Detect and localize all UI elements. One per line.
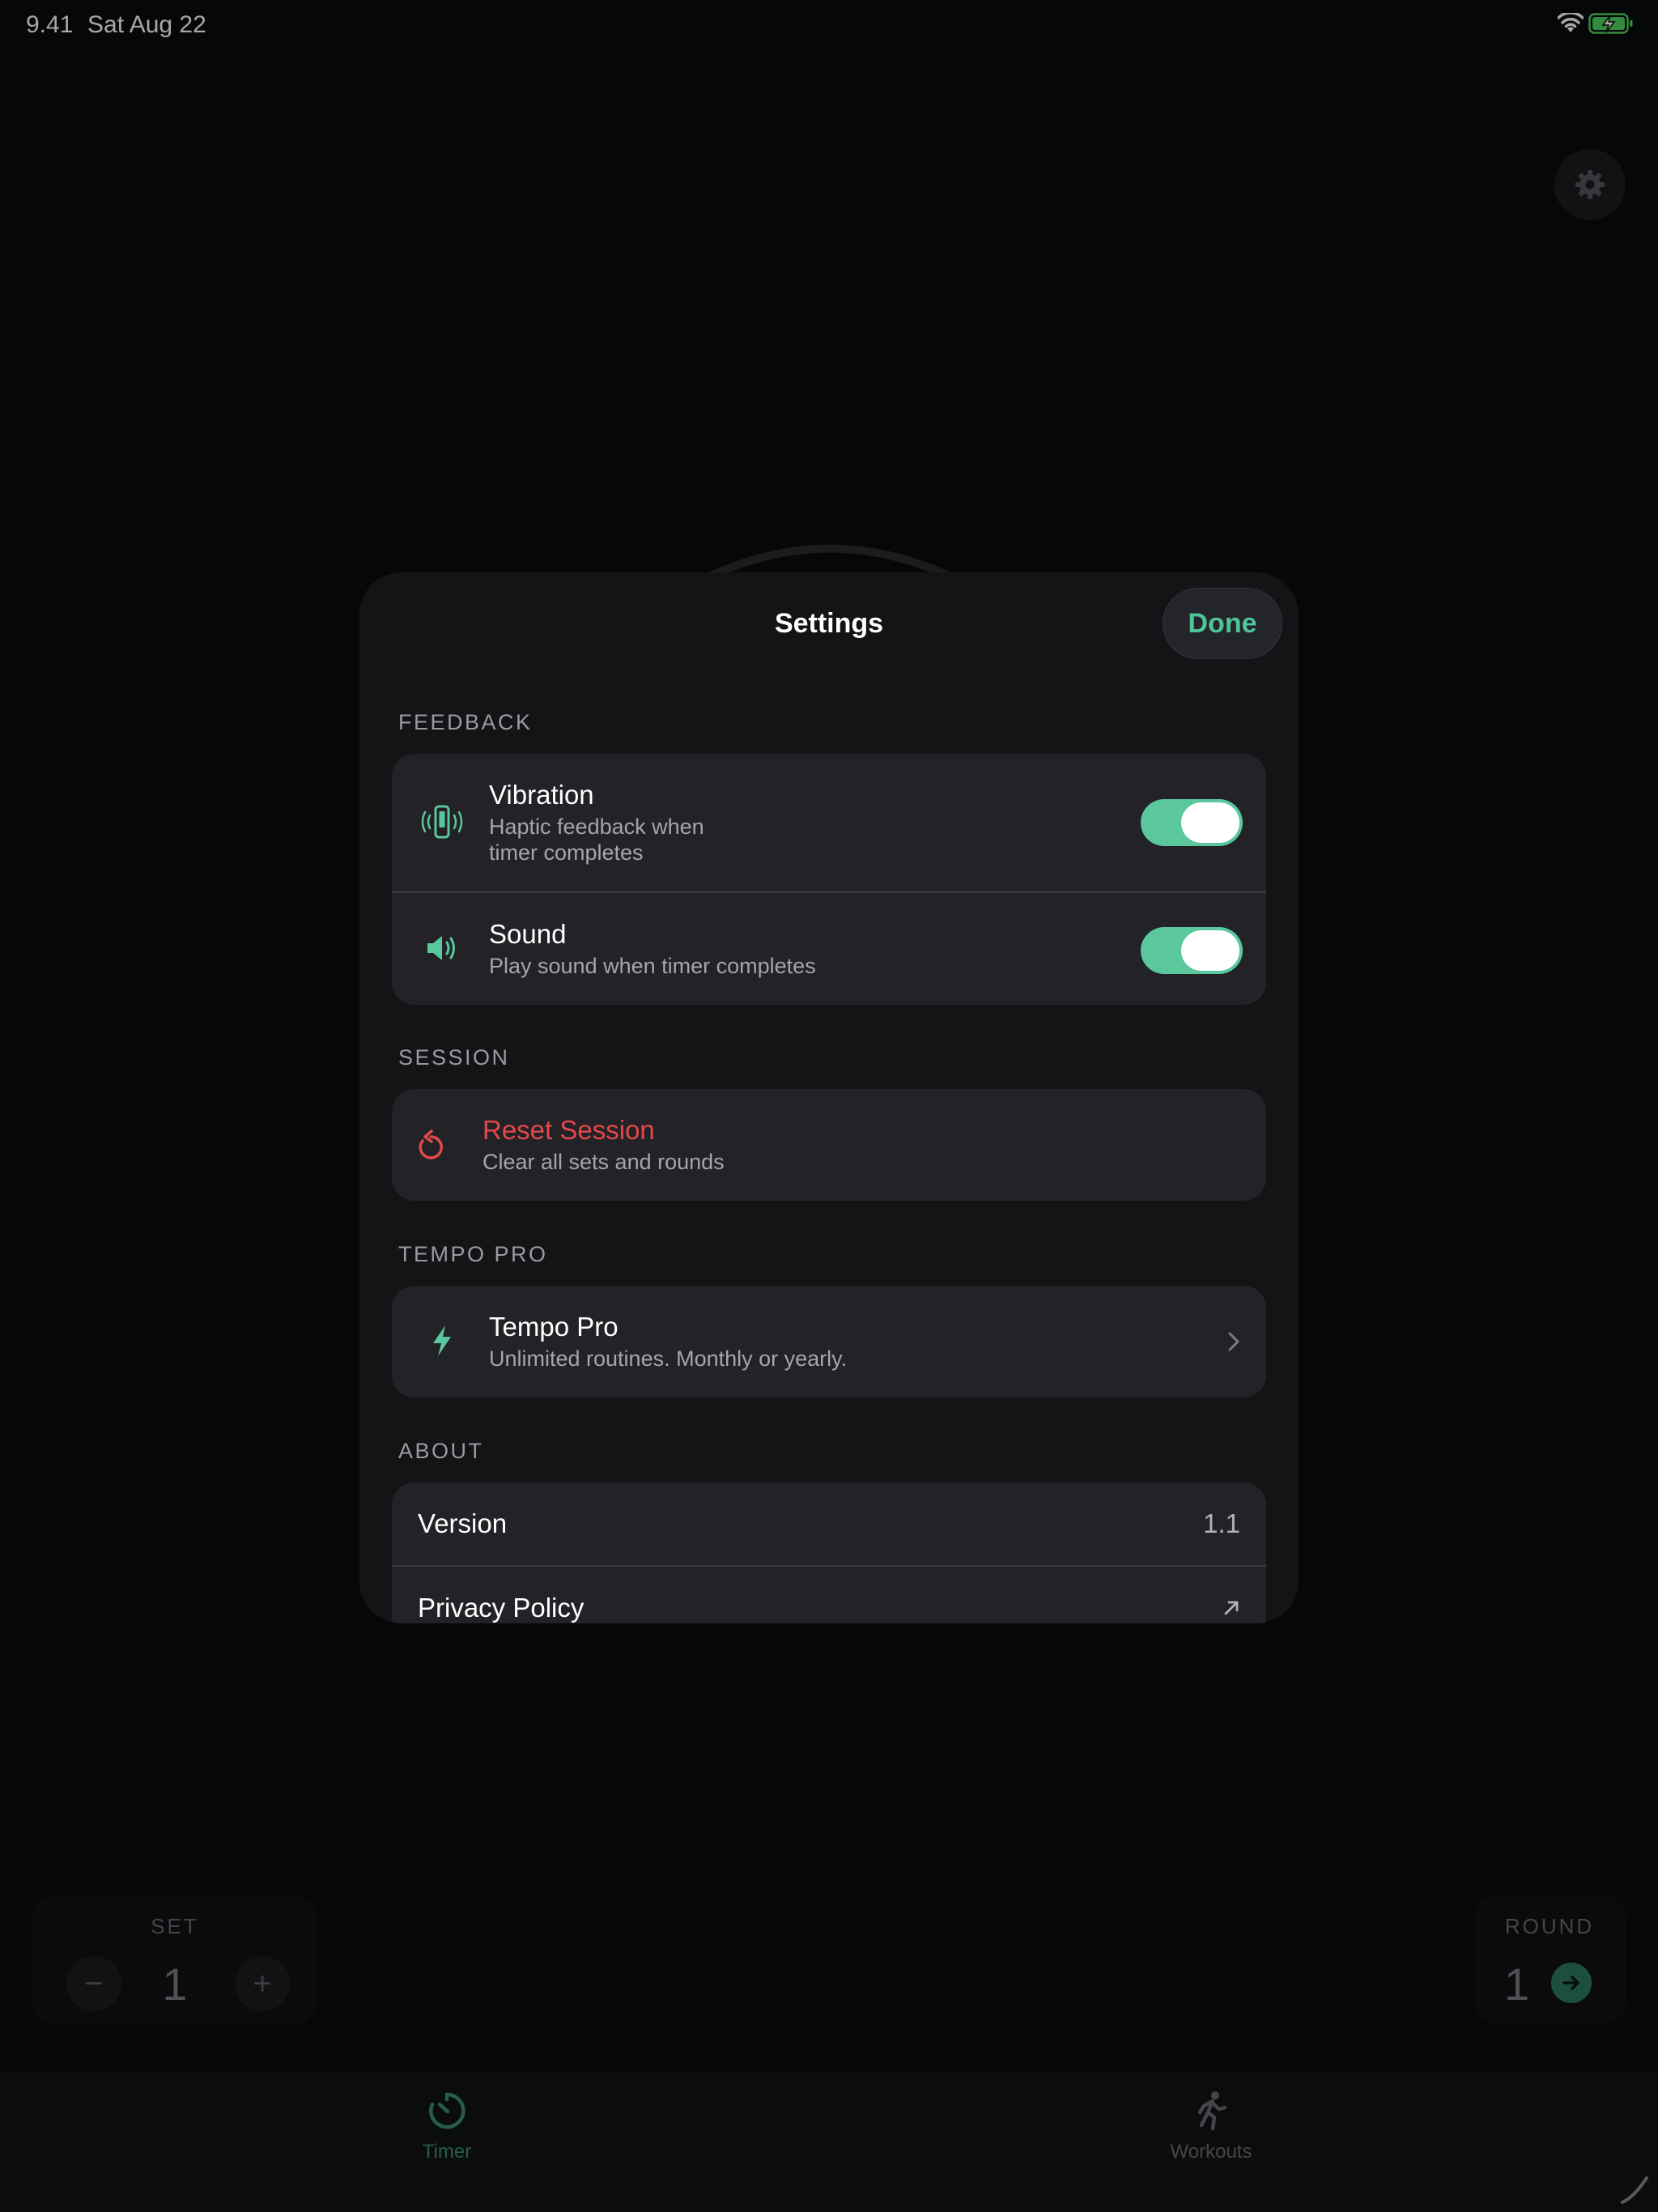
reset-session-subtitle: Clear all sets and rounds [483, 1150, 725, 1174]
vibration-phone-icon [419, 799, 465, 844]
toggle-knob [1181, 802, 1239, 843]
page-title: Settings [774, 608, 884, 639]
lightning-bolt-icon [419, 1318, 465, 1363]
speaker-icon [419, 925, 465, 971]
reset-arrow-icon [408, 1123, 453, 1168]
about-group: Version 1.1 Privacy Policy [392, 1482, 1266, 1623]
reset-session-title: Reset Session [483, 1115, 655, 1145]
version-value: 1.1 [1203, 1508, 1240, 1538]
version-row: Version 1.1 [392, 1482, 1266, 1565]
section-label-about: ABOUT [398, 1439, 484, 1463]
section-label-tempo-pro: TEMPO PRO [398, 1242, 548, 1266]
vibration-subtitle-line2: timer completes [489, 840, 644, 865]
chevron-right-icon [1228, 1332, 1239, 1351]
vibration-row[interactable]: Vibration Haptic feedback when timer com… [392, 754, 1266, 891]
privacy-policy-row[interactable]: Privacy Policy [392, 1567, 1266, 1623]
privacy-policy-label: Privacy Policy [418, 1593, 585, 1623]
tempo-pro-subtitle: Unlimited routines. Monthly or yearly. [489, 1346, 848, 1371]
vibration-toggle[interactable] [1141, 799, 1243, 846]
vibration-title: Vibration [489, 780, 594, 810]
settings-sheet: Settings Done FEEDBACK Vibration Haptic … [359, 572, 1299, 1623]
reset-session-row[interactable]: Reset Session Clear all sets and rounds [392, 1089, 1266, 1201]
vibration-subtitle-line1: Haptic feedback when [489, 815, 704, 839]
tempo-pro-row[interactable]: Tempo Pro Unlimited routines. Monthly or… [392, 1286, 1266, 1397]
external-link-arrow-icon [1224, 1601, 1239, 1615]
sound-subtitle: Play sound when timer completes [489, 954, 816, 978]
version-label: Version [418, 1508, 508, 1538]
tempo-pro-title: Tempo Pro [489, 1312, 619, 1342]
sound-toggle[interactable] [1141, 927, 1243, 974]
section-label-feedback: FEEDBACK [398, 710, 533, 734]
done-button[interactable]: Done [1163, 588, 1282, 659]
feedback-group: Vibration Haptic feedback when timer com… [392, 754, 1266, 1005]
sound-row[interactable]: Sound Play sound when timer completes [392, 893, 1266, 1005]
session-group: Reset Session Clear all sets and rounds [392, 1089, 1266, 1201]
section-label-session: SESSION [398, 1045, 510, 1070]
toggle-knob [1181, 930, 1239, 971]
sound-title: Sound [489, 919, 567, 949]
tempo-pro-group: Tempo Pro Unlimited routines. Monthly or… [392, 1286, 1266, 1397]
